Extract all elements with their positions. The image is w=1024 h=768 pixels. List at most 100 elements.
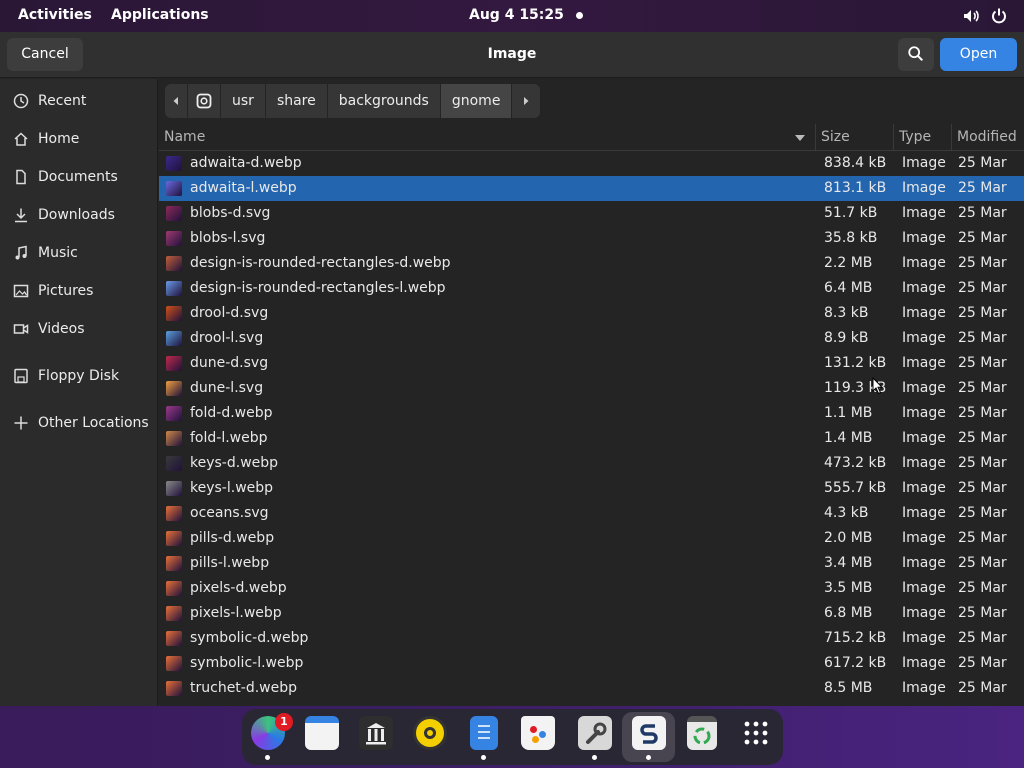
file-size: 1.1 MB bbox=[824, 405, 873, 421]
file-name: blobs-d.svg bbox=[190, 205, 271, 221]
file-row[interactable]: keys-d.webp 473.2 kB Image 25 Mar bbox=[159, 451, 1024, 476]
sidebar-item-floppy-disk[interactable]: Floppy Disk bbox=[0, 358, 157, 394]
file-row[interactable]: fold-l.webp 1.4 MB Image 25 Mar bbox=[159, 426, 1024, 451]
file-row[interactable]: pills-d.webp 2.0 MB Image 25 Mar bbox=[159, 526, 1024, 551]
file-modified: 25 Mar bbox=[958, 480, 1007, 496]
sidebar-item-home[interactable]: Home bbox=[0, 121, 157, 157]
path-root-button[interactable] bbox=[188, 84, 221, 118]
file-type: Image bbox=[902, 630, 946, 646]
sidebar-item-downloads[interactable]: Downloads bbox=[0, 197, 157, 233]
file-size: 555.7 kB bbox=[824, 480, 887, 496]
sidebar-item-pictures[interactable]: Pictures bbox=[0, 273, 157, 309]
path-segment-gnome[interactable]: gnome bbox=[440, 84, 513, 118]
path-segment-usr[interactable]: usr bbox=[221, 84, 266, 118]
text-editor-icon[interactable] bbox=[470, 716, 498, 750]
clock[interactable]: Aug 4 15:25 bbox=[469, 7, 564, 23]
power-icon[interactable] bbox=[989, 6, 1009, 26]
image-thumbnail-icon bbox=[166, 456, 182, 471]
file-name: keys-d.webp bbox=[190, 455, 279, 471]
file-type: Image bbox=[902, 455, 946, 471]
sidebar-item-videos[interactable]: Videos bbox=[0, 311, 157, 347]
trash-icon[interactable] bbox=[687, 716, 717, 750]
path-segment-backgrounds[interactable]: backgrounds bbox=[327, 84, 441, 118]
file-row[interactable]: blobs-l.svg 35.8 kB Image 25 Mar bbox=[159, 226, 1024, 251]
file-type: Image bbox=[902, 355, 946, 371]
path-segment-share[interactable]: share bbox=[265, 84, 328, 118]
file-modified: 25 Mar bbox=[958, 355, 1007, 371]
file-size: 8.3 kB bbox=[824, 305, 869, 321]
file-row[interactable]: adwaita-l.webp 813.1 kB Image 25 Mar bbox=[159, 176, 1024, 201]
volume-icon[interactable] bbox=[961, 6, 981, 26]
column-modified[interactable]: Modified bbox=[957, 129, 1017, 145]
file-row[interactable]: design-is-rounded-rectangles-l.webp 6.4 M… bbox=[159, 276, 1024, 301]
sidebar-item-music[interactable]: Music bbox=[0, 235, 157, 271]
dot-glyph bbox=[532, 736, 539, 743]
calendar-icon[interactable] bbox=[305, 716, 339, 750]
file-type: Image bbox=[902, 180, 946, 196]
file-row[interactable]: oceans.svg 4.3 kB Image 25 Mar bbox=[159, 501, 1024, 526]
path-forward-button[interactable] bbox=[512, 84, 541, 118]
column-name[interactable]: Name bbox=[164, 129, 205, 145]
file-row[interactable]: pills-l.webp 3.4 MB Image 25 Mar bbox=[159, 551, 1024, 576]
file-row[interactable]: drool-l.svg 8.9 kB Image 25 Mar bbox=[159, 326, 1024, 351]
image-thumbnail-icon bbox=[166, 531, 182, 546]
mouse-cursor-icon bbox=[872, 377, 884, 395]
file-name: design-is-rounded-rectangles-d.webp bbox=[190, 255, 451, 271]
file-size: 131.2 kB bbox=[824, 355, 887, 371]
file-name: pixels-d.webp bbox=[190, 580, 287, 596]
open-button[interactable]: Open bbox=[940, 38, 1017, 71]
dialog-title: Image bbox=[487, 46, 537, 62]
sidebar-item-recent[interactable]: Recent bbox=[0, 83, 157, 119]
file-row[interactable]: keys-l.webp 555.7 kB Image 25 Mar bbox=[159, 476, 1024, 501]
file-row[interactable]: symbolic-d.webp 715.2 kB Image 25 Mar bbox=[159, 626, 1024, 651]
columns-glyph bbox=[366, 723, 386, 745]
sidebar-item-label: Home bbox=[38, 131, 80, 147]
settings-icon[interactable] bbox=[578, 716, 612, 750]
file-row[interactable]: fold-d.webp 1.1 MB Image 25 Mar bbox=[159, 401, 1024, 426]
file-row[interactable]: pixels-l.webp 6.8 MB Image 25 Mar bbox=[159, 601, 1024, 626]
applications-menu[interactable]: Applications bbox=[111, 7, 209, 23]
line-glyph bbox=[478, 731, 490, 733]
file-type: Image bbox=[902, 255, 946, 271]
file-modified: 25 Mar bbox=[958, 555, 1007, 571]
software-icon[interactable] bbox=[521, 716, 555, 750]
screenshot-icon[interactable] bbox=[632, 716, 666, 750]
file-row[interactable]: symbolic-l.webp 617.2 kB Image 25 Mar bbox=[159, 651, 1024, 676]
path-back-button[interactable] bbox=[165, 84, 188, 118]
sidebar-item-other-locations[interactable]: Other Locations bbox=[0, 405, 157, 441]
archive-icon[interactable] bbox=[359, 716, 393, 750]
file-modified: 25 Mar bbox=[958, 305, 1007, 321]
file-modified: 25 Mar bbox=[958, 430, 1007, 446]
file-row[interactable]: blobs-d.svg 51.7 kB Image 25 Mar bbox=[159, 201, 1024, 226]
sidebar-item-documents[interactable]: Documents bbox=[0, 159, 157, 195]
file-size: 8.5 MB bbox=[824, 680, 873, 696]
file-modified: 25 Mar bbox=[958, 655, 1007, 671]
running-indicator bbox=[646, 755, 651, 760]
column-type[interactable]: Type bbox=[899, 129, 931, 145]
image-thumbnail-icon bbox=[166, 181, 182, 196]
file-type: Image bbox=[902, 155, 946, 171]
file-type: Image bbox=[902, 505, 946, 521]
file-row[interactable]: drool-d.svg 8.3 kB Image 25 Mar bbox=[159, 301, 1024, 326]
app-grid-icon[interactable] bbox=[740, 716, 774, 750]
file-modified: 25 Mar bbox=[958, 455, 1007, 471]
image-thumbnail-icon bbox=[166, 156, 182, 171]
file-row[interactable]: dune-d.svg 131.2 kB Image 25 Mar bbox=[159, 351, 1024, 376]
activities-button[interactable]: Activities bbox=[18, 7, 92, 23]
sidebar-item-label: Floppy Disk bbox=[38, 368, 120, 384]
file-row[interactable]: dune-l.svg 119.3 kB Image 25 Mar bbox=[159, 376, 1024, 401]
file-row[interactable]: truchet-d.webp 8.5 MB Image 25 Mar bbox=[159, 676, 1024, 701]
music-player-icon[interactable] bbox=[413, 716, 447, 750]
file-size: 2.0 MB bbox=[824, 530, 873, 546]
file-row[interactable]: adwaita-d.webp 838.4 kB Image 25 Mar bbox=[159, 151, 1024, 176]
sidebar-item-label: Videos bbox=[38, 321, 85, 337]
file-name: dune-d.svg bbox=[190, 355, 269, 371]
sort-descending-icon[interactable] bbox=[795, 133, 805, 143]
drive-icon bbox=[196, 93, 212, 109]
file-row[interactable]: design-is-rounded-rectangles-d.webp 2.2 M… bbox=[159, 251, 1024, 276]
file-size: 473.2 kB bbox=[824, 455, 887, 471]
file-name: dune-l.svg bbox=[190, 380, 264, 396]
column-size[interactable]: Size bbox=[821, 129, 850, 145]
search-button[interactable] bbox=[898, 38, 934, 71]
file-row[interactable]: pixels-d.webp 3.5 MB Image 25 Mar bbox=[159, 576, 1024, 601]
